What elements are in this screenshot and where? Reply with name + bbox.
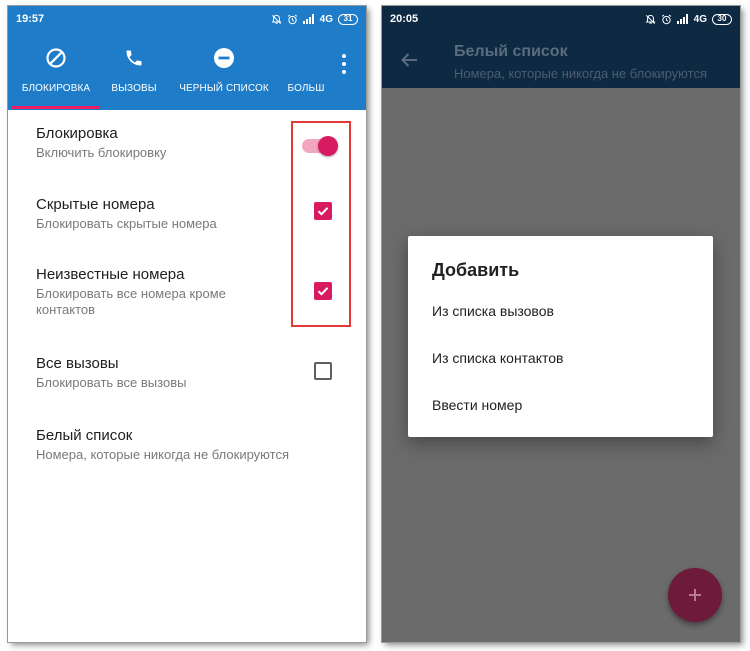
- status-time: 19:57: [16, 13, 45, 25]
- page-subtitle: Номера, которые никогда не блокируются: [454, 66, 707, 81]
- page-title: Белый список: [454, 43, 568, 60]
- back-arrow-icon[interactable]: [400, 52, 418, 68]
- plus-icon: [689, 589, 701, 601]
- highlight-frame: [291, 121, 351, 327]
- tab-bar: БЛОКИРОВКА ВЫЗОВЫ ЧЕРНЫЙ СПИСОК БОЛЬШ: [8, 32, 366, 110]
- tab-blocking[interactable]: БЛОКИРОВКА: [14, 32, 98, 110]
- tab-blacklist[interactable]: ЧЕРНЫЙ СПИСОК: [176, 32, 272, 110]
- phone-icon: [126, 50, 142, 66]
- add-dialog: Добавить Из списка вызовов Из списка кон…: [408, 236, 713, 437]
- battery-icon: 31: [338, 13, 358, 25]
- bell-off-icon: [645, 14, 656, 24]
- signal-icon: [302, 14, 314, 24]
- tab-more[interactable]: БОЛЬШ: [282, 32, 330, 110]
- setting-summary: Номера, которые никогда не блокируются: [36, 447, 289, 462]
- app-bar: Белый список Номера, которые никогда не …: [382, 32, 740, 88]
- minus-circle-icon: [214, 48, 234, 68]
- dialog-item-enter-number[interactable]: Ввести номер: [432, 397, 522, 413]
- overflow-menu-icon[interactable]: [338, 54, 350, 74]
- alarm-icon: [661, 14, 671, 24]
- setting-summary: Блокировать все вызовы: [36, 375, 187, 390]
- block-icon: [46, 48, 66, 68]
- dialog-item-from-contacts[interactable]: Из списка контактов: [432, 350, 563, 366]
- tab-indicator: [12, 106, 100, 109]
- setting-title: Белый список: [36, 427, 133, 444]
- status-bar: 19:57 4G 31: [8, 6, 366, 32]
- setting-title: Все вызовы: [36, 355, 119, 372]
- phone-screen-whitelist: 20:05 4G 30 Белый список Номера, которые…: [382, 6, 740, 642]
- network-type: 4G: [693, 13, 707, 25]
- tab-blacklist-label: ЧЕРНЫЙ СПИСОК: [179, 83, 269, 94]
- signal-icon: [676, 14, 688, 24]
- status-time: 20:05: [390, 13, 419, 25]
- phone-screen-blocking-settings: 19:57 4G 31 БЛОКИРОВКА ВЫЗОВЫ ЧЕРНЫЙ СПИ…: [8, 6, 366, 642]
- add-fab-button[interactable]: [668, 568, 722, 622]
- tab-calls-label: ВЫЗОВЫ: [111, 83, 157, 94]
- battery-icon: 30: [712, 13, 732, 25]
- tab-more-label: БОЛЬШ: [287, 83, 325, 94]
- all-calls-checkbox[interactable]: [314, 362, 332, 380]
- setting-all-calls[interactable]: Все вызовы Блокировать все вызовы: [36, 354, 336, 391]
- bell-off-icon: [271, 14, 282, 24]
- tab-calls[interactable]: ВЫЗОВЫ: [104, 32, 164, 110]
- alarm-icon: [287, 14, 297, 24]
- dialog-title: Добавить: [432, 260, 520, 280]
- tab-blocking-label: БЛОКИРОВКА: [21, 83, 91, 94]
- dialog-item-from-calls[interactable]: Из списка вызовов: [432, 303, 554, 319]
- status-bar: 20:05 4G 30: [382, 6, 740, 32]
- network-type: 4G: [319, 13, 333, 25]
- setting-whitelist[interactable]: Белый список Номера, которые никогда не …: [36, 426, 336, 463]
